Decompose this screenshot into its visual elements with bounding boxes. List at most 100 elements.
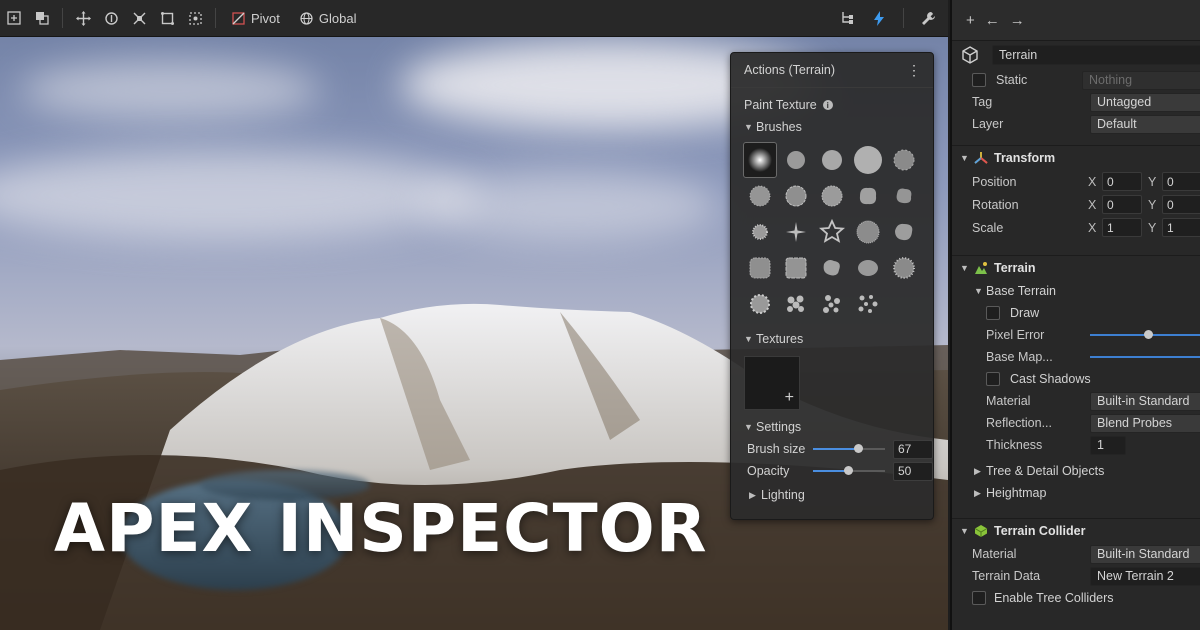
slider-handle[interactable] [1144, 330, 1153, 339]
terrain-collider-title: Terrain Collider [994, 524, 1086, 538]
layer-dropdown[interactable]: Default [1090, 114, 1200, 134]
scale-x-field[interactable]: 1 [1102, 218, 1142, 237]
position-x-field[interactable]: 0 [1102, 172, 1142, 191]
brush-size-field[interactable]: 67 [893, 439, 933, 459]
brush-noise[interactable] [887, 142, 921, 178]
cast-shadows-checkbox[interactable] [986, 372, 1000, 386]
tag-label: Tag [972, 95, 993, 109]
global-toggle[interactable]: Global [290, 11, 367, 26]
toolbar-divider [903, 8, 904, 28]
terrain-collider-header[interactable]: ▼ Terrain Collider [952, 518, 1200, 543]
rect-tool-icon[interactable] [153, 4, 181, 32]
terrain-title: Terrain [994, 261, 1036, 275]
settings-foldout[interactable]: ▼ Settings [731, 416, 933, 438]
cast-shadows-label: Cast Shadows [1010, 372, 1091, 386]
static-checkbox[interactable] [972, 73, 986, 87]
lightning-icon[interactable] [865, 4, 893, 32]
heightmap-foldout[interactable]: ▶ Heightmap [952, 482, 1200, 504]
terrain-data-field[interactable]: New Terrain 2 [1090, 566, 1200, 586]
wrench-icon[interactable] [914, 4, 942, 32]
brush-round-medium[interactable] [815, 142, 849, 178]
pixel-error-slider[interactable] [1090, 330, 1200, 339]
brush-soft-round[interactable] [743, 142, 777, 178]
base-map-slider[interactable] [1090, 356, 1200, 358]
textures-foldout[interactable]: ▼ Textures [731, 328, 933, 350]
brush-cloud[interactable] [815, 178, 849, 214]
lighting-foldout[interactable]: ▶ Lighting [731, 484, 933, 506]
brush-burst[interactable] [743, 214, 777, 250]
brush-rock[interactable] [887, 214, 921, 250]
pixel-error-row: Pixel Error [952, 324, 1200, 346]
plus-icon: + [784, 389, 794, 406]
scale-tool-icon[interactable] [125, 4, 153, 32]
tree-detail-foldout[interactable]: ▶ Tree & Detail Objects [952, 460, 1200, 482]
settings-label: Settings [756, 420, 802, 434]
chevron-down-icon: ▼ [960, 526, 969, 536]
brush-grass[interactable] [851, 214, 885, 250]
brush-erode[interactable] [815, 250, 849, 286]
more-options-icon[interactable]: ⋮ [907, 62, 921, 79]
brush-round-small[interactable] [779, 142, 813, 178]
brush-scatter[interactable] [887, 250, 921, 286]
chevron-right-icon: ▶ [974, 465, 981, 476]
enable-tree-colliders-checkbox[interactable] [972, 591, 986, 605]
info-icon[interactable]: i [822, 100, 833, 110]
textures-label: Textures [756, 332, 804, 346]
slider-handle[interactable] [843, 466, 853, 475]
add-icon[interactable]: + [966, 12, 975, 29]
back-arrow-icon[interactable]: ← [985, 12, 1000, 29]
transform-tool-icon[interactable] [181, 4, 209, 32]
thickness-field[interactable]: 1 [1090, 435, 1126, 455]
rotation-fields: X0 Y0 [1088, 195, 1200, 214]
rotation-y-field[interactable]: 0 [1162, 195, 1200, 214]
opacity-slider[interactable] [813, 466, 885, 475]
static-dropdown[interactable]: Nothing [1082, 70, 1200, 90]
hierarchy-icon[interactable] [833, 4, 861, 32]
view-tool-icon[interactable] [0, 4, 28, 32]
brush-square-streak[interactable] [779, 250, 813, 286]
brush-dots-sparse[interactable] [851, 286, 885, 322]
tag-dropdown[interactable]: Untagged [1090, 92, 1200, 112]
brush-blob[interactable] [851, 178, 885, 214]
chevron-down-icon: ▼ [960, 263, 969, 273]
reflection-label: Reflection... [986, 416, 1053, 430]
brush-dots-mixed[interactable] [815, 286, 849, 322]
brush-size-slider[interactable] [813, 444, 885, 453]
position-y-field[interactable]: 0 [1162, 172, 1200, 191]
brush-star[interactable] [815, 214, 849, 250]
draw-checkbox[interactable] [986, 306, 1000, 320]
add-texture-slot[interactable]: + [744, 356, 800, 410]
brush-lumpy[interactable] [887, 178, 921, 214]
terrain-data-label: Terrain Data [972, 569, 1041, 583]
opacity-field[interactable]: 50 [893, 461, 933, 481]
brush-cell[interactable] [851, 250, 885, 286]
brush-dots-large[interactable] [779, 286, 813, 322]
toolbar-right-group [833, 4, 948, 32]
hero-title: APEX INSPECTOR [54, 490, 708, 567]
object-name-field[interactable]: Terrain [992, 45, 1200, 65]
reflection-dropdown[interactable]: Blend Probes [1090, 413, 1200, 433]
base-terrain-foldout[interactable]: ▼ Base Terrain [952, 280, 1200, 302]
rotation-x-field[interactable]: 0 [1102, 195, 1142, 214]
brush-round-large[interactable] [851, 142, 885, 178]
brush-splatter[interactable] [743, 178, 777, 214]
forward-arrow-icon[interactable]: → [1010, 12, 1025, 29]
chevron-right-icon: ▶ [974, 487, 981, 498]
collider-material-dropdown[interactable]: Built-in Standard [1090, 544, 1200, 564]
brush-star-thin[interactable] [779, 214, 813, 250]
slider-handle[interactable] [854, 444, 864, 453]
tool-label: Paint Texture [744, 98, 817, 112]
transform-header[interactable]: ▼ Transform [952, 145, 1200, 170]
opacity-row: Opacity 50 [731, 460, 933, 482]
layers-icon[interactable] [28, 4, 56, 32]
rotate-tool-icon[interactable] [97, 4, 125, 32]
move-tool-icon[interactable] [69, 4, 97, 32]
material-dropdown[interactable]: Built-in Standard [1090, 391, 1200, 411]
scale-y-field[interactable]: 1 [1162, 218, 1200, 237]
pivot-toggle[interactable]: Pivot [222, 11, 290, 26]
terrain-header[interactable]: ▼ Terrain [952, 255, 1200, 280]
brushes-foldout[interactable]: ▼ Brushes [731, 116, 933, 138]
brush-dots-cluster[interactable] [743, 286, 777, 322]
brush-rough[interactable] [779, 178, 813, 214]
brush-square-rough[interactable] [743, 250, 777, 286]
